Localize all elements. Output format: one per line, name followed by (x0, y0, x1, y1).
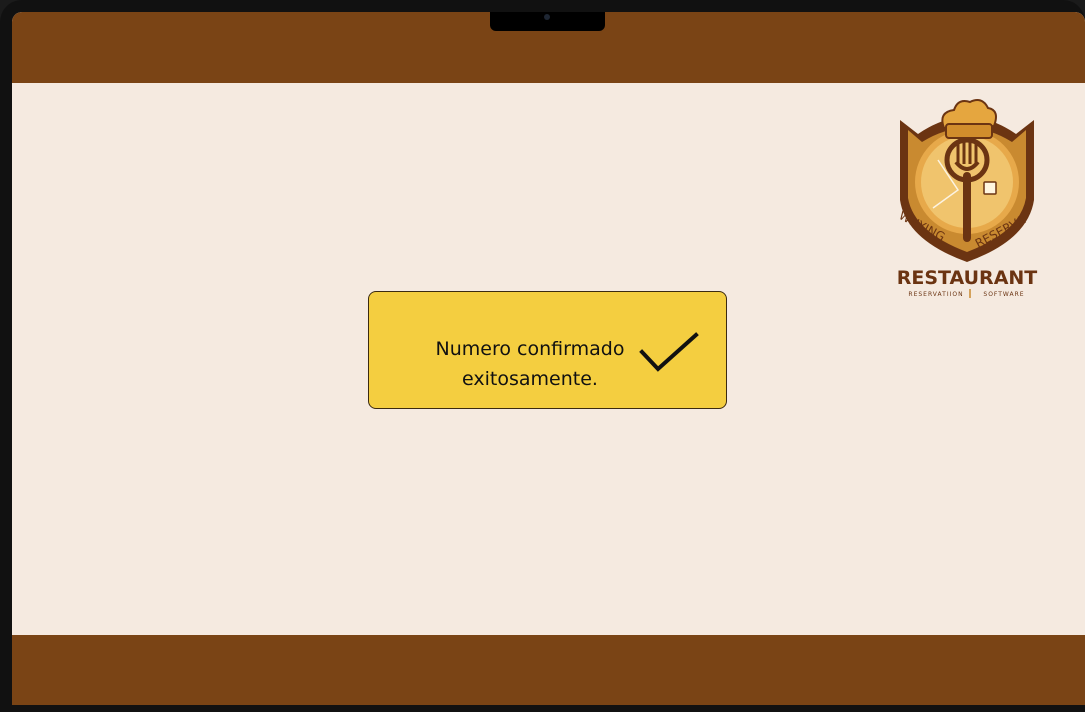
camera-notch (490, 12, 605, 31)
confirmation-message: Numero confirmado exitosamente. (425, 334, 635, 394)
logo-subtitle-right: SOFTWARE (983, 291, 1024, 298)
confirmation-toast: Numero confirmado exitosamente. (368, 291, 727, 409)
checkmark-icon (639, 332, 699, 372)
confirmation-line-2: exitosamente. (462, 368, 598, 390)
camera-icon (544, 14, 550, 20)
app-screen: WHYING RESERVA RESTAURANT RESERVATIION S… (12, 12, 1085, 705)
logo-title: RESTAURANT (897, 267, 1038, 289)
logo-subtitle-left: RESERVATIION (908, 291, 963, 298)
restaurant-logo: WHYING RESERVA RESTAURANT RESERVATIION S… (878, 90, 1056, 300)
footer-bar (12, 635, 1085, 705)
confirmation-line-1: Numero confirmado (435, 338, 625, 360)
